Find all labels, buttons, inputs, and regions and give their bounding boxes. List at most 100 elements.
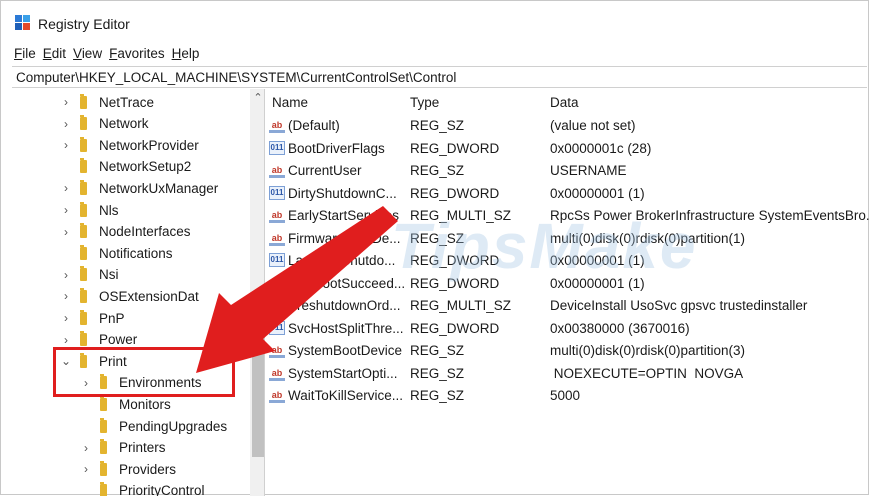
value-type: REG_SZ: [410, 365, 465, 381]
value-type: REG_SZ: [410, 163, 465, 178]
tree-scrollbar[interactable]: ⌃: [250, 89, 264, 496]
value-name: EarlyStartServices: [288, 208, 400, 223]
tree-item-label: Nsi: [99, 267, 119, 283]
chevron-right-icon[interactable]: ›: [80, 441, 92, 455]
string-value-icon: ab: [269, 276, 285, 291]
tree-item-network[interactable]: › Network: [60, 113, 149, 135]
tree-item-label: NetworkUxManager: [99, 180, 219, 196]
value-data: (value not set): [550, 118, 636, 133]
column-header-data[interactable]: Data: [550, 95, 579, 110]
value-row[interactable]: 011 DirtyShutdownC... REG_DWORD 0x00000001 …: [265, 183, 869, 205]
scroll-up-icon[interactable]: ⌃: [250, 89, 264, 107]
column-header-name[interactable]: Name: [272, 95, 308, 110]
folder-icon: [100, 417, 107, 433]
tree-item-label: Power: [99, 332, 138, 348]
value-type: REG_DWORD: [410, 185, 500, 201]
folder-icon: [80, 115, 87, 131]
tree-item-label: NetTrace: [99, 94, 155, 110]
tree-item-networkprovider[interactable]: › NetworkProvider: [60, 134, 199, 156]
menu-favorites[interactable]: Favorites: [109, 43, 172, 65]
tree-item-nls[interactable]: › Nls: [60, 199, 119, 221]
value-type: REG_MULTI_SZ: [410, 298, 512, 313]
value-data: 5000: [550, 388, 581, 403]
binary-value-icon: 011: [269, 320, 285, 335]
value-name: (Default): [288, 118, 340, 133]
folder-icon: [100, 439, 107, 455]
chevron-right-icon[interactable]: ›: [60, 268, 72, 282]
menu-bar: File Edit View Favorites Help: [1, 43, 206, 65]
value-data: 0x00380000 (3670016): [550, 320, 690, 336]
chevron-right-icon[interactable]: ›: [60, 289, 72, 303]
watermark-logo: TipsMake: [391, 210, 698, 282]
menu-edit[interactable]: Edit: [43, 43, 73, 65]
tree-item-pnp[interactable]: › PnP: [60, 307, 125, 329]
value-name: SystemStartOpti...: [288, 365, 398, 381]
value-row[interactable]: ab SystemBootDevice REG_SZ multi(0)disk(0)r…: [265, 340, 869, 362]
value-row[interactable]: ab WaitToKillService... REG_SZ 5000: [265, 385, 869, 407]
value-data: USERNAME: [550, 163, 627, 178]
tree-item-prioritycontrol[interactable]: PriorityControl: [80, 480, 205, 496]
value-data: multi(0)disk(0)rdisk(0)partition(3): [550, 343, 746, 358]
tree-item-notifications[interactable]: Notifications: [60, 242, 173, 264]
value-name: WaitToKillService...: [288, 388, 404, 403]
value-type: REG_SZ: [410, 388, 465, 403]
tree-item-nsi[interactable]: › Nsi: [60, 264, 119, 286]
value-name: LastBootSucceed...: [288, 275, 406, 291]
menu-view[interactable]: View: [73, 43, 109, 65]
value-type: REG_SZ: [410, 343, 465, 358]
binary-value-icon: 011: [269, 185, 285, 200]
value-name: SvcHostSplitThre...: [288, 320, 404, 336]
value-type: REG_DWORD: [410, 140, 500, 156]
value-data: NOEXECUTE=OPTIN NOVGA: [550, 365, 744, 381]
address-bar[interactable]: Computer\HKEY_LOCAL_MACHINE\SYSTEM\Curre…: [12, 66, 867, 88]
string-value-icon: ab: [269, 163, 285, 178]
folder-icon: [80, 201, 87, 217]
tree-item-label: PnP: [99, 310, 125, 326]
tree-item-osextensiondat[interactable]: › OSExtensionDat: [60, 285, 199, 307]
tree-item-networkuxmanager[interactable]: › NetworkUxManager: [60, 177, 218, 199]
scroll-thumb[interactable]: [252, 307, 264, 457]
value-name: SystemBootDevice: [288, 343, 403, 358]
window-title: Registry Editor: [38, 16, 130, 32]
value-row[interactable]: ab (Default) REG_SZ (value not set): [265, 115, 869, 137]
tree-item-nodeinterfaces[interactable]: › NodeInterfaces: [60, 221, 191, 243]
tree-item-label: PendingUpgrades: [119, 418, 228, 434]
string-value-icon: ab: [269, 366, 285, 381]
value-data: DeviceInstall UsoSvc gpsvc trustedinstal…: [550, 298, 808, 313]
chevron-right-icon[interactable]: ›: [80, 462, 92, 476]
folder-icon: [80, 93, 87, 109]
tree-item-label: Nls: [99, 202, 119, 218]
chevron-right-icon[interactable]: ›: [60, 203, 72, 217]
chevron-right-icon[interactable]: ›: [60, 311, 72, 325]
menu-help[interactable]: Help: [172, 43, 207, 65]
tree-item-label: Providers: [119, 461, 177, 477]
value-row[interactable]: 011 SvcHostSplitThre... REG_DWORD 0x0038000…: [265, 318, 869, 340]
key-tree-pane: › NetTrace › Network › NetworkProvider Network…: [12, 89, 265, 496]
tree-item-nettrace[interactable]: › NetTrace: [60, 91, 154, 113]
chevron-right-icon[interactable]: ›: [60, 95, 72, 109]
chevron-right-icon[interactable]: ›: [60, 225, 72, 239]
chevron-right-icon[interactable]: ›: [60, 181, 72, 195]
folder-icon: [100, 460, 107, 476]
value-row[interactable]: ab SystemStartOpti... REG_SZ NOEXECUTE=OPT…: [265, 363, 869, 385]
tree-item-label: PriorityControl: [119, 483, 205, 496]
tree-item-pendingupgrades[interactable]: PendingUpgrades: [80, 415, 227, 437]
value-data: 0x0000001c (28): [550, 140, 652, 156]
values-pane: Name Type Data ab (Default) REG_SZ (value n…: [265, 89, 869, 496]
value-row[interactable]: ab CurrentUser REG_SZ USERNAME: [265, 160, 869, 182]
folder-icon: [80, 223, 87, 239]
folder-icon: [80, 244, 87, 260]
value-type: REG_SZ: [410, 118, 465, 133]
chevron-right-icon[interactable]: ›: [60, 138, 72, 152]
print-highlight-box: [53, 347, 235, 397]
chevron-right-icon[interactable]: ›: [60, 333, 72, 347]
tree-item-printers[interactable]: › Printers: [80, 437, 166, 459]
tree-item-networksetup2[interactable]: NetworkSetup2: [60, 156, 191, 178]
menu-file[interactable]: File: [1, 43, 43, 65]
tree-item-providers[interactable]: › Providers: [80, 458, 176, 480]
column-header-type[interactable]: Type: [410, 95, 439, 110]
value-row[interactable]: ab PreshutdownOrd... REG_MULTI_SZ DeviceIns…: [265, 295, 869, 317]
tree-item-label: Monitors: [119, 396, 171, 412]
value-row[interactable]: 011 BootDriverFlags REG_DWORD 0x0000001c (2…: [265, 138, 869, 160]
chevron-right-icon[interactable]: ›: [60, 117, 72, 131]
